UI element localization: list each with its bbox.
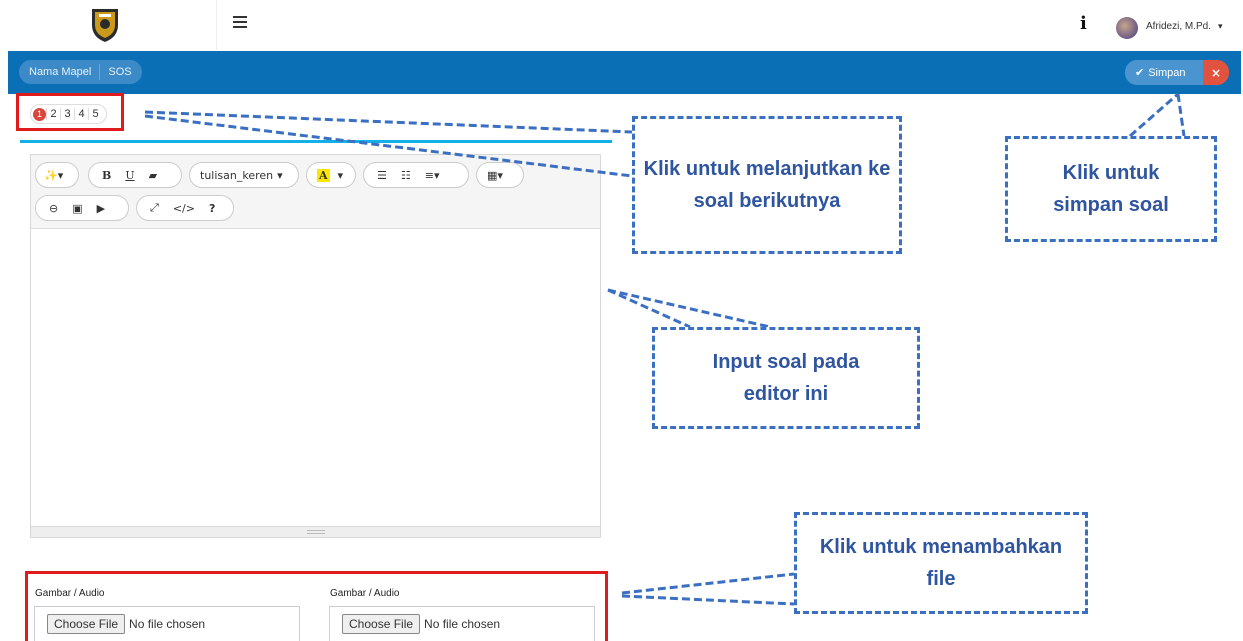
- callout-save: Klik untuk simpan soal: [1005, 136, 1217, 242]
- callout-file: Klik untuk menambahkan file: [794, 512, 1088, 614]
- callout-next-question: Klik untuk melanjutkan ke soal berikutny…: [632, 116, 902, 254]
- callout-input: Input soal pada editor ini: [652, 327, 920, 429]
